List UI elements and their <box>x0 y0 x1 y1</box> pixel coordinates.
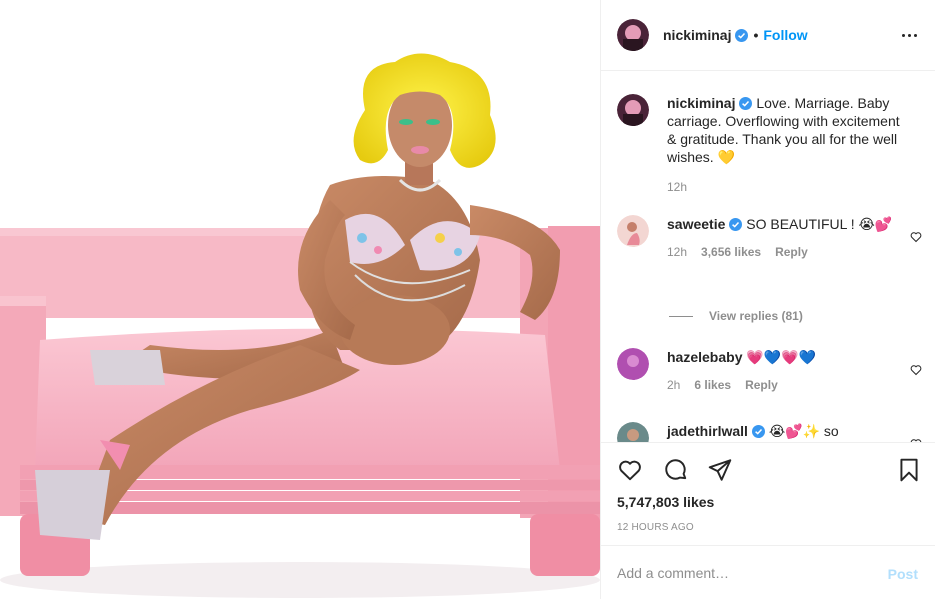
reply-button[interactable]: Reply <box>775 245 808 259</box>
divider-line <box>669 315 693 317</box>
caption-username[interactable]: nickiminaj <box>667 95 735 111</box>
comment-text: 😭💕✨ so <box>768 423 839 439</box>
caption-row: nickiminaj Love. Marriage. Baby carriage… <box>617 94 922 194</box>
share-icon[interactable] <box>707 457 733 483</box>
reply-button[interactable]: Reply <box>745 378 778 392</box>
post-dialog: nickiminaj • Follow nickiminaj Love. Mar… <box>0 0 935 599</box>
comment-username[interactable]: hazelebaby <box>667 349 742 365</box>
avatar-image <box>617 215 649 247</box>
comment-likes[interactable]: 3,656 likes <box>701 245 761 259</box>
bookmark-icon[interactable] <box>896 457 922 483</box>
avatar[interactable] <box>617 19 649 51</box>
comment-text: 💗💙💗💙 <box>746 349 817 365</box>
avatar-image <box>617 348 649 380</box>
post-timestamp[interactable]: 12 HOURS AGO <box>617 522 694 533</box>
heart-icon[interactable] <box>910 231 922 243</box>
caption-meta: 12h <box>667 180 912 194</box>
comment-row: saweetie SO BEAUTIFUL ! 😭💕 12h 3,656 lik… <box>617 215 922 259</box>
photo-illustration <box>0 0 600 599</box>
comment-row: hazelebaby 💗💙💗💙 2h 6 likes Reply <box>617 348 922 392</box>
comment-time[interactable]: 2h <box>667 378 680 392</box>
header-username[interactable]: nickiminaj <box>663 27 731 43</box>
heart-icon[interactable] <box>617 457 643 483</box>
verified-badge-icon <box>735 28 749 42</box>
view-replies-label: View replies (81) <box>709 309 803 323</box>
avatar[interactable] <box>617 422 649 442</box>
separator-dot: • <box>753 27 759 43</box>
comments-list[interactable]: nickiminaj Love. Marriage. Baby carriage… <box>601 72 935 442</box>
avatar-image <box>617 19 649 51</box>
comment-time[interactable]: 12h <box>667 245 687 259</box>
comment-input[interactable] <box>617 562 867 584</box>
follow-button[interactable]: Follow <box>763 27 807 43</box>
post-photo[interactable] <box>0 0 600 599</box>
post-comment-button[interactable]: Post <box>888 566 918 582</box>
comment-likes[interactable]: 6 likes <box>694 378 731 392</box>
caption-text-block: nickiminaj Love. Marriage. Baby carriage… <box>667 94 912 166</box>
comment-icon[interactable] <box>663 457 689 483</box>
view-replies-button[interactable]: View replies (81) <box>669 309 803 323</box>
comment-text-block: jadethirlwall 😭💕✨ so <box>667 422 912 440</box>
verified-badge-icon <box>729 218 743 231</box>
comment-row: jadethirlwall 😭💕✨ so <box>617 422 922 442</box>
comment-text-block: saweetie SO BEAUTIFUL ! 😭💕 <box>667 215 912 233</box>
add-comment-bar: Post <box>601 545 935 599</box>
post-header: nickiminaj • Follow <box>601 0 935 71</box>
comment-username[interactable]: saweetie <box>667 216 725 232</box>
comment-meta: 2h 6 likes Reply <box>667 378 912 392</box>
comment-text-block: hazelebaby 💗💙💗💙 <box>667 348 912 366</box>
avatar-image <box>617 94 649 126</box>
verified-badge-icon <box>751 425 765 438</box>
avatar-image <box>617 422 649 442</box>
comment-username[interactable]: jadethirlwall <box>667 423 748 439</box>
likes-count[interactable]: 5,747,803 likes <box>617 494 714 510</box>
post-side-panel: nickiminaj • Follow nickiminaj Love. Mar… <box>600 0 935 599</box>
avatar[interactable] <box>617 348 649 380</box>
comment-meta: 12h 3,656 likes Reply <box>667 245 912 259</box>
comment-text: SO BEAUTIFUL ! 😭💕 <box>746 216 893 232</box>
verified-badge-icon <box>739 97 753 110</box>
heart-icon[interactable] <box>910 364 922 376</box>
post-actions-section: 5,747,803 likes 12 HOURS AGO <box>601 442 935 545</box>
more-options-icon[interactable] <box>902 27 918 43</box>
avatar[interactable] <box>617 215 649 247</box>
action-bar <box>617 457 922 483</box>
caption-time[interactable]: 12h <box>667 180 687 194</box>
avatar[interactable] <box>617 94 649 126</box>
